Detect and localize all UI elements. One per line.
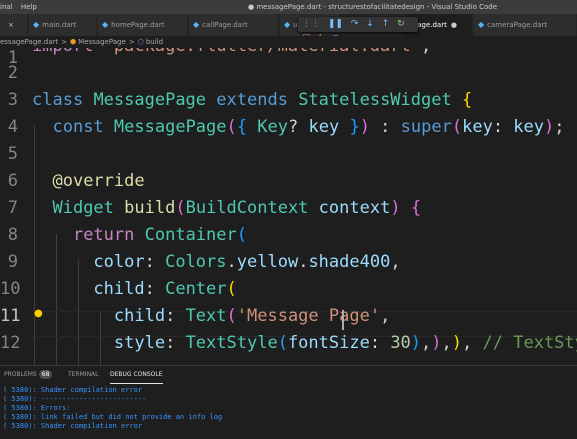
code-line-8: return Container( [72, 225, 247, 245]
dart-file-icon: ◆ [284, 20, 291, 29]
line-number: 6 [7, 171, 18, 191]
bottom-panel: PROBLEMS 68 TERMINAL DEBUG CONSOLE ( 5380… [0, 365, 577, 439]
method-icon: ⬡ [137, 38, 144, 46]
line-number: 12 [0, 333, 21, 353]
console-line: ( 5380): Shader compilation error [3, 422, 143, 430]
code-line-7: Widget build(BuildContext context) { [52, 198, 422, 218]
line-number: 9 [7, 252, 18, 272]
breadcrumb-method[interactable]: build [146, 38, 163, 46]
restart-icon[interactable]: ↻ [397, 19, 405, 29]
line-number: 8 [7, 225, 18, 245]
breadcrumb-file[interactable]: essagePage.dart [0, 38, 58, 46]
class-icon: ⬢ [70, 38, 77, 46]
line-number-current: 11 [0, 306, 21, 326]
window-title: ● messagePage.dart - structurestofacilit… [248, 3, 498, 11]
line-number: 7 [7, 198, 18, 218]
line-number: 2 [7, 63, 18, 83]
code-line-3: class MessagePage extends StatelessWidge… [32, 90, 473, 110]
debug-console-output[interactable]: ( 5380): Shader compilation error( 5380)… [3, 386, 222, 431]
code-line-11: child: Text('Message Page', [113, 306, 391, 326]
line-number: 10 [0, 279, 21, 299]
tab-callpage-dart[interactable]: ◆ callPage.dart [189, 14, 279, 36]
close-icon[interactable]: × [8, 21, 14, 29]
console-line: ( 5380): Errors: [3, 404, 71, 412]
code-line-10: child: Center( [93, 279, 237, 299]
breadcrumb-class[interactable]: MessagePage [78, 38, 126, 46]
code-editor[interactable]: 1 2 3 4 5 6 7 8 9 10 11 12 ● import 'pac… [0, 48, 577, 365]
dart-file-icon: ◆ [193, 20, 200, 29]
tab-debug-console[interactable]: DEBUG CONSOLE [110, 366, 163, 384]
tab-main-dart[interactable]: ◆ main.dart [29, 14, 97, 36]
editor-tabs: × ◆ main.dart ◆ homePage.dart ◆ callPage.da… [0, 14, 577, 36]
tab-terminal[interactable]: TERMINAL [68, 366, 99, 384]
panel-tabs: PROBLEMS 68 TERMINAL DEBUG CONSOLE [0, 366, 577, 384]
line-number: 5 [7, 144, 18, 164]
tab-homepage-dart[interactable]: ◆ homePage.dart [98, 14, 188, 36]
dart-file-icon: ◆ [102, 20, 109, 29]
debug-toolbar: ⋮⋮ ❚❚ ↷ ↓ ↑ ↻ ☐ ϟ ◎ [298, 17, 418, 44]
line-number: 4 [7, 117, 18, 137]
tab-overflow[interactable]: × [0, 14, 28, 36]
code-line-6: @override [52, 171, 145, 191]
pause-icon[interactable]: ❚❚ [328, 19, 343, 29]
problems-count-badge: 68 [38, 370, 53, 379]
dart-file-icon: ◆ [478, 20, 485, 29]
dart-file-icon: ◆ [33, 20, 40, 29]
console-line: ( 5380): ------------------------- [3, 395, 147, 403]
menu-item-help[interactable]: Help [21, 3, 37, 11]
step-into-icon[interactable]: ↓ [366, 19, 374, 29]
console-line: ( 5380): Shader compilation error [3, 386, 143, 394]
tab-camerapage-dart[interactable]: ◆ cameraPage.dart [474, 14, 577, 36]
menu-item-terminal[interactable]: inal [0, 3, 13, 11]
code-line-1: import 'package:flutter/material.dart'; [32, 48, 431, 56]
code-line-4: const MessagePage({ Key? key }) : super(… [52, 117, 565, 137]
text-cursor [342, 310, 344, 330]
code-line-12: style: TextStyle(fontSize: 30),),), // T… [113, 333, 577, 353]
console-line: ( 5380): link failed but did not provide… [3, 413, 223, 421]
line-number: 3 [7, 90, 18, 110]
title-bar: inal Help ● messagePage.dart - structure… [0, 0, 577, 14]
drag-handle-icon[interactable]: ⋮⋮ [302, 19, 320, 29]
unsaved-dot-icon[interactable]: ● [451, 21, 457, 29]
breadcrumb: essagePage.dart > ⬢ MessagePage > ⬡ build [0, 36, 577, 48]
step-over-icon[interactable]: ↷ [351, 19, 359, 29]
step-out-icon[interactable]: ↑ [382, 19, 390, 29]
tab-problems[interactable]: PROBLEMS 68 [4, 366, 53, 384]
code-line-9: color: Colors.yellow.shade400, [93, 252, 401, 272]
menu-bar: inal Help [0, 0, 43, 14]
